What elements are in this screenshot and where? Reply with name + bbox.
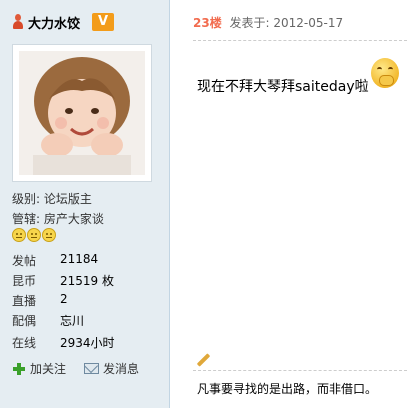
stat-value: 21184 [60,252,99,266]
smiley-star-icon [42,228,56,242]
stat-online: 在线 2934小时 [12,334,115,351]
pencil-icon [195,352,211,368]
send-message-label: 发消息 [103,362,140,376]
stat-label: 在线 [12,336,37,350]
post-timestamp: 发表于: 2012-05-17 [229,16,344,30]
stat-spouse: 配偶 忘川 [12,312,84,329]
follow-button[interactable]: 加关注 [12,360,66,377]
shy-emoji-icon [371,58,399,88]
stat-label: 发帖 [12,254,37,268]
author-actions: 加关注 发消息 [12,360,157,377]
post-body: 23楼 发表于: 2012-05-17 现在不拜大琴拜saiteday啦 凡事要… [171,0,411,408]
user-icon [12,14,24,30]
rank-value: 论坛版主 [43,192,92,206]
rank-stars [12,228,56,242]
stat-label: 配偶 [12,314,37,328]
author-sidebar: 大力水饺 V 级别: 论坛版主 管辖: 房产大家谈 发帖 21184 昆币 21… [0,0,170,408]
follow-label: 加关注 [30,362,67,376]
smiley-star-icon [12,228,26,242]
signature-text: 凡事要寻找的是出路，而非借口。 [197,382,378,396]
stat-label: 直播 [12,294,37,308]
stat-label: 昆币 [12,274,37,288]
author-name[interactable]: 大力水饺 [28,13,80,32]
moderates-value[interactable]: 房产大家谈 [44,212,104,226]
signature-divider [193,370,407,371]
floor-number[interactable]: 23楼 [193,16,222,30]
stat-coins: 昆币 21519 枚 [12,272,114,289]
avatar-image [19,51,145,175]
avatar[interactable] [12,44,152,182]
send-message-button[interactable]: 发消息 [84,360,139,377]
author-header: 大力水饺 V [12,12,115,32]
moderates-line: 管辖: 房产大家谈 [12,210,104,227]
header-divider [193,40,407,41]
stat-value: 2 [60,292,68,306]
rank-line: 级别: 论坛版主 [12,190,92,207]
post-header: 23楼 发表于: 2012-05-17 [193,14,343,31]
stat-value: 21519 枚 [60,274,114,288]
rank-label: 级别: [12,192,41,206]
mail-icon [84,363,100,374]
smiley-star-icon [27,228,41,242]
post-content: 现在不拜大琴拜saiteday啦 [197,79,369,95]
moderates-label: 管辖: [12,212,41,226]
stat-value[interactable]: 忘川 [60,312,84,329]
stat-value: 2934小时 [60,336,115,350]
stat-live: 直播 2 [12,292,68,309]
stat-posts: 发帖 21184 [12,252,98,269]
plus-icon [12,362,26,376]
vip-badge: V [92,13,115,31]
